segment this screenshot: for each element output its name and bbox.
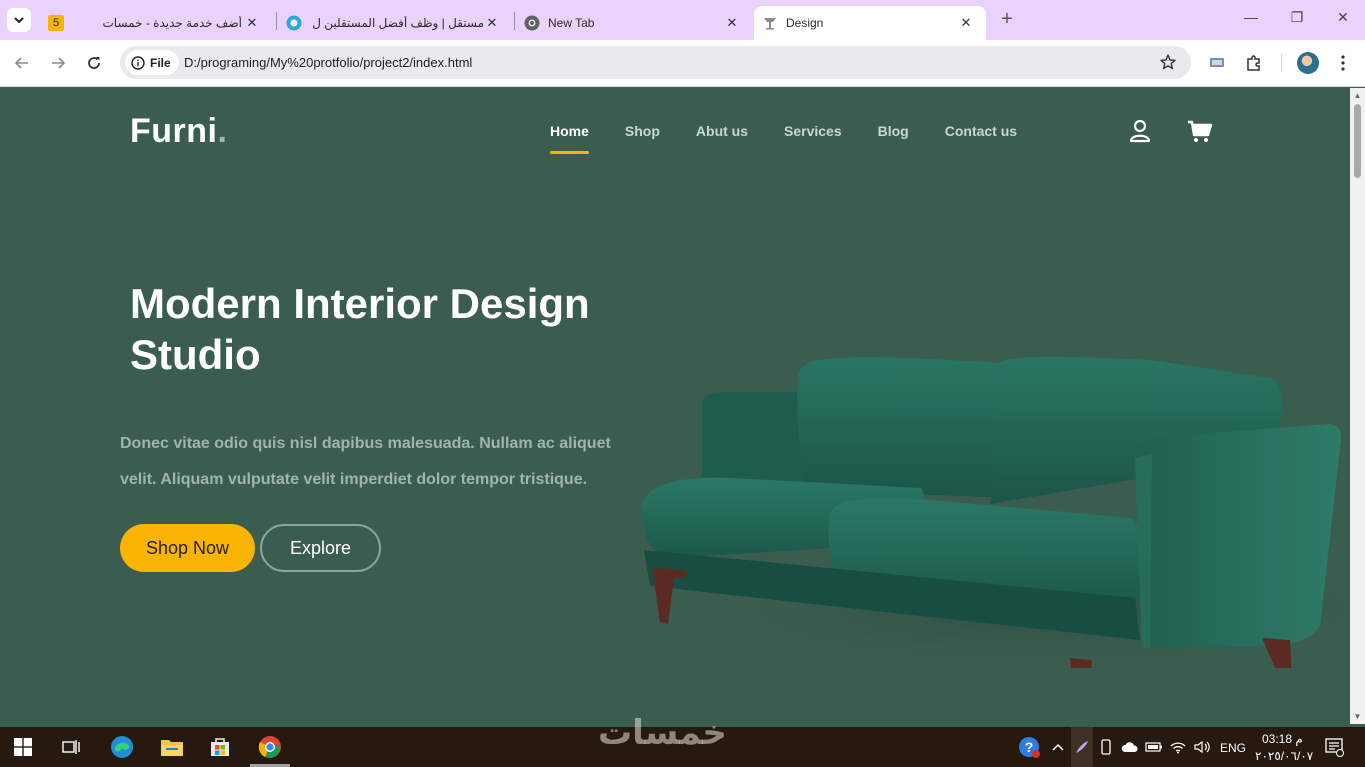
website-viewport: Furni. Home Shop Abut us Services Blog C… <box>0 88 1350 724</box>
explore-button[interactable]: Explore <box>260 524 381 572</box>
extensions-puzzle-icon[interactable] <box>1244 53 1264 73</box>
reload-icon <box>88 57 100 69</box>
close-window-icon[interactable]: ✕ <box>1333 9 1353 26</box>
screen-cast-icon[interactable] <box>1207 53 1227 73</box>
nav-contact-us[interactable]: Contact us <box>945 123 1017 139</box>
more-menu-icon[interactable] <box>1333 53 1353 73</box>
nav-services[interactable]: Services <box>784 123 842 139</box>
svg-text:?: ? <box>1025 739 1034 755</box>
main-navigation: Home Shop Abut us Services Blog Contact … <box>550 123 1053 154</box>
tab-design[interactable]: Design ✕ <box>754 6 986 40</box>
cart-icon[interactable] <box>1187 118 1213 144</box>
nav-shop[interactable]: Shop <box>625 123 660 139</box>
nav-home[interactable]: Home <box>550 123 589 154</box>
shop-now-button[interactable]: Shop Now <box>120 524 255 572</box>
hero-description: Donec vitae odio quis nisl dapibus males… <box>120 435 611 488</box>
microsoft-store-icon[interactable] <box>208 735 232 759</box>
site-logo[interactable]: Furni. <box>130 112 227 151</box>
info-icon <box>131 55 145 70</box>
tab-separator <box>276 12 277 30</box>
arrow-left-icon <box>14 57 28 69</box>
user-icon[interactable] <box>1127 118 1153 144</box>
toolbar-separator <box>1281 54 1282 72</box>
khamsat-watermark: خمسات <box>598 714 727 752</box>
browser-tab-strip: 5 أضف خدمة جديدة - خمسات ✕ مستقل | وظف أ… <box>0 0 1365 40</box>
restore-icon[interactable]: ❐ <box>1287 9 1307 26</box>
logo-dot: . <box>217 112 228 150</box>
language-indicator[interactable]: ENG <box>1220 741 1246 755</box>
clock-date[interactable]: ٢٠٢٥/٠٦/٠٧ <box>1255 749 1313 763</box>
minimize-icon[interactable]: — <box>1241 9 1261 25</box>
profile-avatar[interactable] <box>1297 52 1319 74</box>
wifi-icon[interactable] <box>1166 735 1190 759</box>
new-tab-icon[interactable]: + <box>997 9 1017 29</box>
battery-icon[interactable] <box>1142 735 1166 759</box>
clock-time[interactable]: 03:18 م <box>1262 732 1303 746</box>
site-info-chip[interactable]: File <box>125 50 179 75</box>
forward-button[interactable] <box>47 52 69 74</box>
back-button[interactable] <box>11 52 33 74</box>
mostaql-icon <box>286 15 302 31</box>
close-tab-icon[interactable]: ✕ <box>958 15 974 31</box>
volume-icon[interactable] <box>1190 735 1214 759</box>
bookmark-star-icon[interactable] <box>1159 53 1177 71</box>
tab-new-tab[interactable]: New Tab ✕ <box>516 6 752 40</box>
scroll-up-arrow-icon[interactable]: ▲ <box>1353 91 1362 100</box>
tab-separator <box>514 12 515 30</box>
file-explorer-icon[interactable] <box>160 735 184 759</box>
tab-title: مستقل | وظف أفضل المستقلين ل <box>312 16 484 30</box>
tab-mostaql[interactable]: مستقل | وظف أفضل المستقلين ل ✕ <box>278 6 512 40</box>
tab-title: Design <box>786 16 824 30</box>
tab-title: New Tab <box>548 16 595 30</box>
tab-khamsat[interactable]: 5 أضف خدمة جديدة - خمسات ✕ <box>40 6 272 40</box>
close-tab-icon[interactable]: ✕ <box>724 15 740 31</box>
nav-blog[interactable]: Blog <box>878 123 909 139</box>
tab-search-button[interactable] <box>7 8 31 32</box>
arrow-right-icon <box>52 57 66 69</box>
sofa-image <box>641 357 1350 668</box>
page-scrollbar[interactable]: ▲ ▼ <box>1350 88 1365 724</box>
tab-title: أضف خدمة جديدة - خمسات <box>102 16 242 30</box>
task-view-icon[interactable] <box>59 735 83 759</box>
khamsat-icon: 5 <box>48 15 64 31</box>
chrome-taskbar-icon[interactable] <box>258 735 282 759</box>
browser-toolbar: File D:/programing/My%20protfolio/projec… <box>0 40 1365 87</box>
onedrive-cloud-icon[interactable] <box>1118 735 1142 759</box>
edge-browser-icon[interactable] <box>110 735 134 759</box>
security-label: File <box>150 55 171 70</box>
pen-feather-icon[interactable] <box>1070 735 1094 759</box>
close-tab-icon[interactable]: ✕ <box>484 15 500 31</box>
close-tab-icon[interactable]: ✕ <box>244 15 260 31</box>
notifications-icon[interactable] <box>1322 735 1346 759</box>
device-icon[interactable] <box>1094 735 1118 759</box>
scrollbar-thumb[interactable] <box>1354 104 1361 178</box>
chrome-icon <box>524 15 540 31</box>
nav-about-us[interactable]: Abut us <box>696 123 748 139</box>
chevron-down-icon <box>14 17 24 24</box>
logo-text: Furni <box>130 112 218 150</box>
url-text[interactable]: D:/programing/My%20protfolio/project2/in… <box>184 55 472 70</box>
help-icon[interactable]: ? <box>1017 735 1041 759</box>
design-icon <box>764 18 776 30</box>
show-hidden-icons-icon[interactable] <box>1046 735 1070 759</box>
start-windows-icon[interactable] <box>11 735 35 759</box>
scroll-down-arrow-icon[interactable]: ▼ <box>1353 712 1362 721</box>
hero-title: Modern Interior Design Studio <box>130 280 590 378</box>
reload-button[interactable] <box>83 52 105 74</box>
address-bar[interactable]: File D:/programing/My%20protfolio/projec… <box>120 46 1191 79</box>
